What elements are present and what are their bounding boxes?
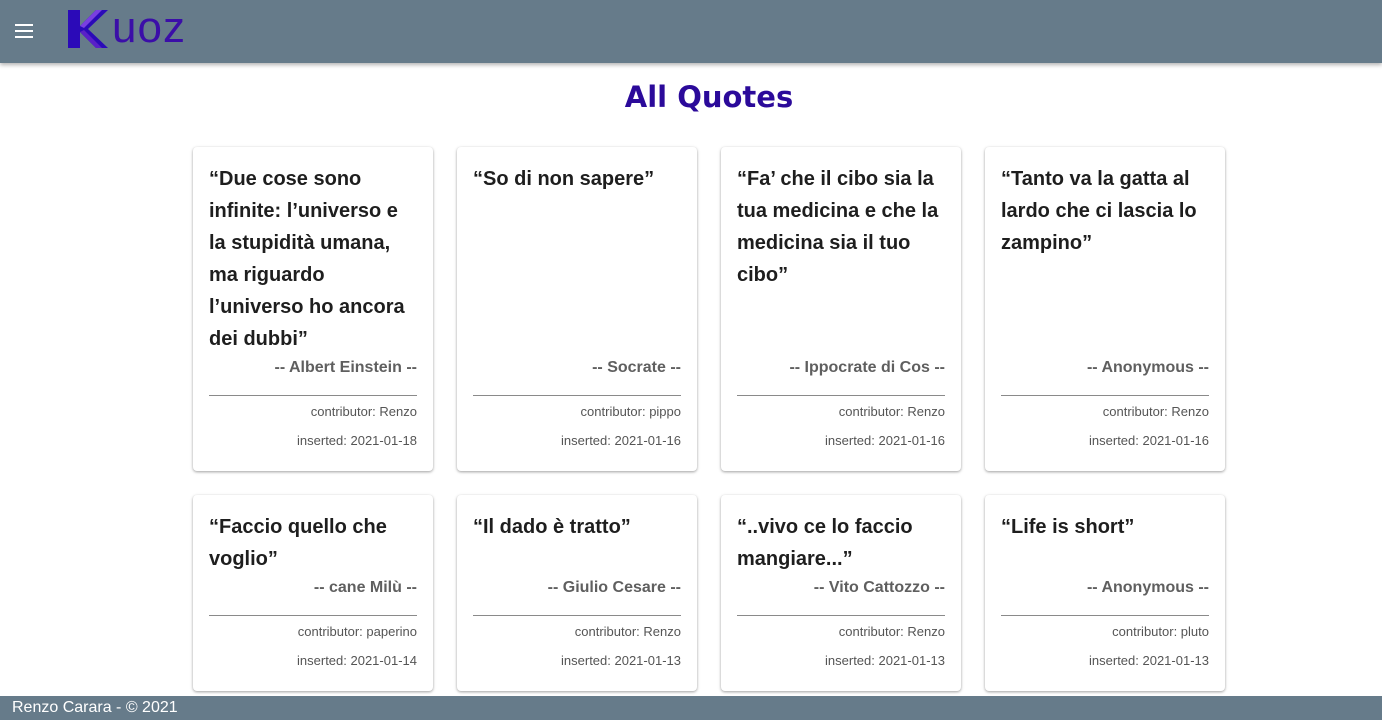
quote-card[interactable]: “Il dado è tratto” -- Giulio Cesare -- c… — [457, 495, 697, 691]
divider — [473, 615, 681, 616]
quote-author: -- Anonymous -- — [1086, 579, 1209, 596]
divider — [737, 395, 945, 396]
quote-contributor: contributor: pluto — [1112, 624, 1209, 639]
footer: Renzo Carara - © 2021 — [0, 696, 1382, 720]
quote-text: “Faccio quello che voglio” — [209, 516, 387, 570]
quote-contributor: contributor: Renzo — [574, 624, 681, 639]
top-app-bar: uoz — [0, 0, 1382, 63]
quote-inserted-date: inserted: 2021-01-16 — [825, 433, 945, 448]
quote-contributor: contributor: pippo — [580, 404, 681, 419]
quote-author: -- Ippocrate di Cos -- — [789, 359, 945, 376]
page-title: All Quotes — [624, 80, 794, 114]
quote-inserted-date: inserted: 2021-01-16 — [561, 433, 681, 448]
quote-inserted-date: inserted: 2021-01-18 — [297, 433, 417, 448]
quote-text: “Life is short” — [1001, 516, 1135, 538]
quote-author: -- Socrate -- — [592, 359, 681, 376]
quote-author: -- cane Milù -- — [313, 579, 417, 596]
quote-card[interactable]: “So di non sapere” -- Socrate -- contrib… — [457, 147, 697, 471]
quote-inserted-date: inserted: 2021-01-13 — [1089, 653, 1209, 668]
quote-author: -- Vito Cattozzo -- — [813, 579, 945, 596]
quote-contributor: contributor: Renzo — [838, 624, 945, 639]
quote-inserted-date: inserted: 2021-01-13 — [825, 653, 945, 668]
quote-author: -- Anonymous -- — [1086, 359, 1209, 376]
quotes-grid: “Due cose sono infinite: l’universo e la… — [193, 147, 1225, 691]
quote-author: -- Albert Einstein -- — [274, 359, 417, 376]
quote-card[interactable]: “Life is short” -- Anonymous -- contribu… — [985, 495, 1225, 691]
quote-text: “Fa’ che il cibo sia la tua medicina e c… — [737, 168, 939, 286]
quote-inserted-date: inserted: 2021-01-16 — [1089, 433, 1209, 448]
quote-contributor: contributor: Renzo — [838, 404, 945, 419]
quote-author: -- Giulio Cesare -- — [547, 579, 681, 596]
quote-contributor: contributor: paperino — [297, 624, 417, 639]
menu-icon[interactable] — [12, 19, 36, 43]
quote-card[interactable]: “..vivo ce lo faccio mangiare...” -- Vit… — [721, 495, 961, 691]
app-logo[interactable]: uoz — [66, 6, 186, 50]
quote-contributor: contributor: Renzo — [1102, 404, 1209, 419]
quote-contributor: contributor: Renzo — [310, 404, 417, 419]
divider — [1001, 395, 1209, 396]
quote-card[interactable]: “Faccio quello che voglio” -- cane Milù … — [193, 495, 433, 691]
quote-inserted-date: inserted: 2021-01-13 — [561, 653, 681, 668]
quote-text: “..vivo ce lo faccio mangiare...” — [737, 516, 913, 570]
divider — [473, 395, 681, 396]
quote-card[interactable]: “Due cose sono infinite: l’universo e la… — [193, 147, 433, 471]
quote-inserted-date: inserted: 2021-01-14 — [297, 653, 417, 668]
quote-card[interactable]: “Tanto va la gatta al lardo che ci lasci… — [985, 147, 1225, 471]
divider — [737, 615, 945, 616]
quote-text: “So di non sapere” — [473, 168, 655, 190]
quote-text: “Due cose sono infinite: l’universo e la… — [209, 168, 405, 350]
quote-card[interactable]: “Fa’ che il cibo sia la tua medicina e c… — [721, 147, 961, 471]
logo-text: uoz — [112, 3, 186, 52]
divider — [1001, 615, 1209, 616]
logo-k-icon — [68, 10, 108, 48]
quote-text: “Tanto va la gatta al lardo che ci lasci… — [1001, 168, 1197, 254]
divider — [209, 395, 417, 396]
quote-text: “Il dado è tratto” — [473, 516, 631, 538]
footer-text: Renzo Carara - © 2021 — [12, 699, 178, 716]
divider — [209, 615, 417, 616]
